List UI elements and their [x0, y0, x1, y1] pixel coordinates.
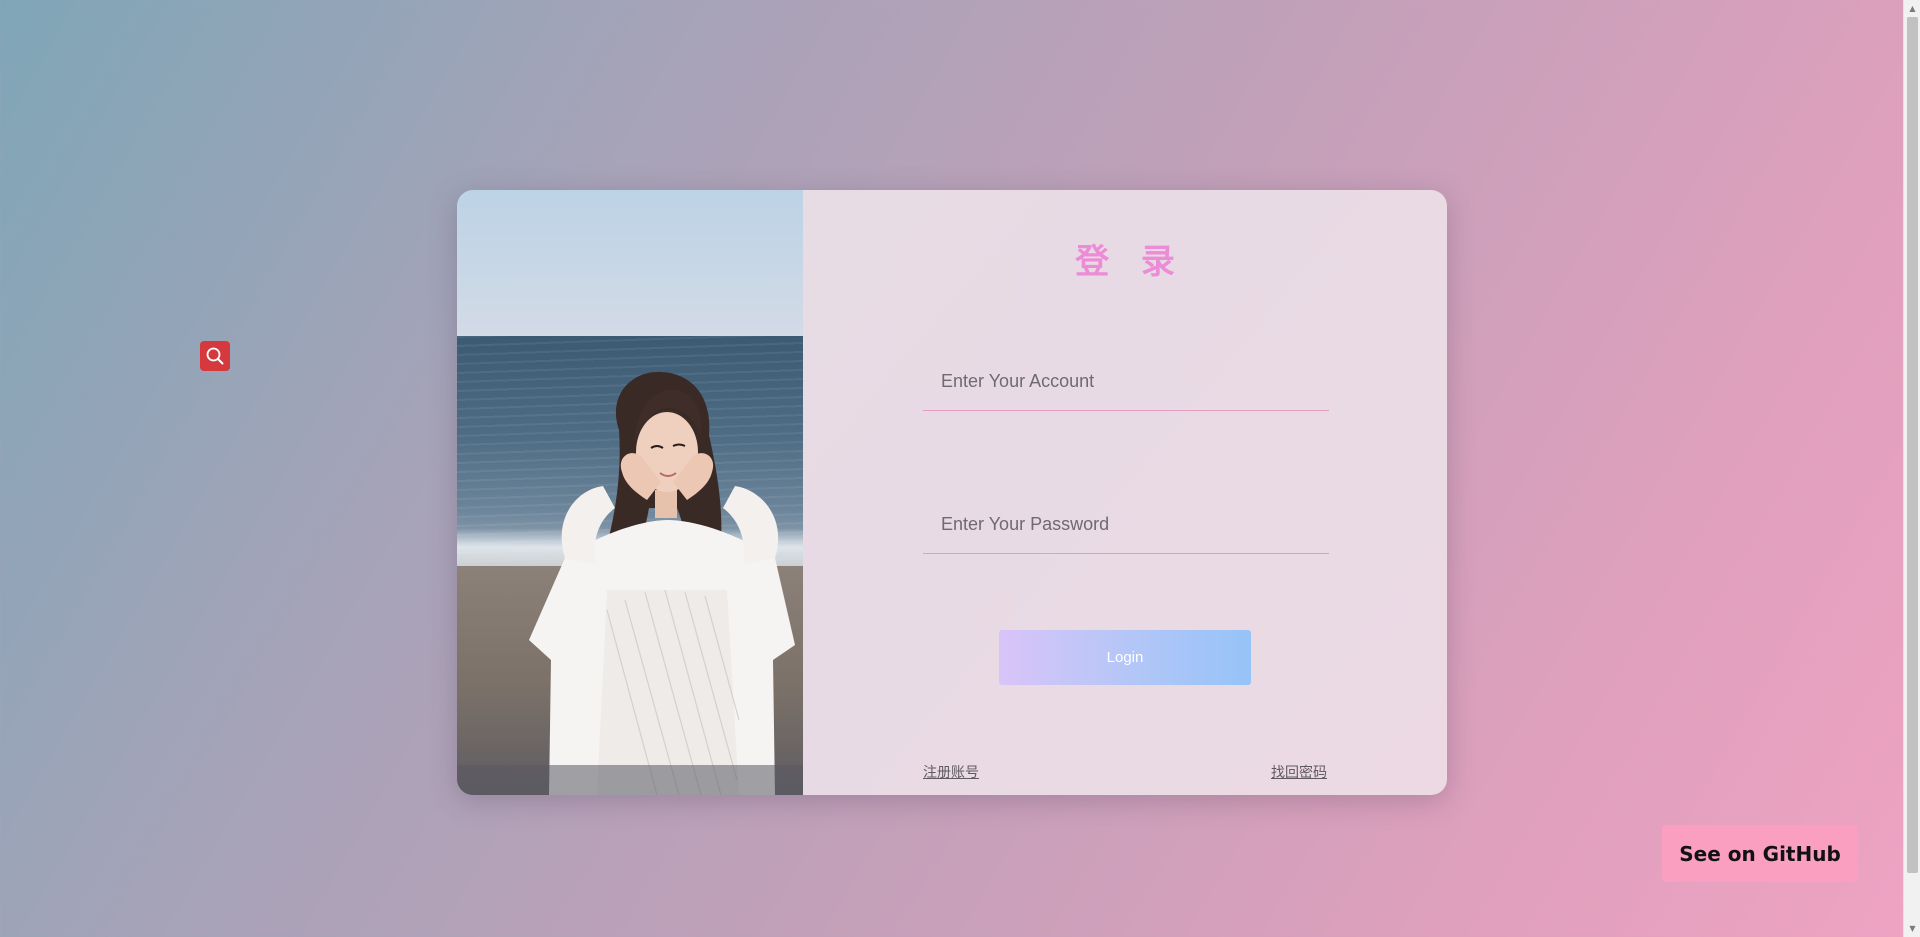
login-card: 登 录 Login 注册账号 找回密码: [457, 190, 1447, 795]
search-icon: [206, 347, 224, 365]
forgot-password-link[interactable]: 找回密码: [1271, 762, 1327, 782]
github-button[interactable]: See on GitHub: [1662, 825, 1858, 882]
person-illustration: [457, 371, 803, 795]
password-input[interactable]: [923, 496, 1329, 554]
account-input[interactable]: [923, 353, 1329, 411]
vertical-scrollbar[interactable]: ▲ ▼: [1903, 0, 1920, 937]
scrollbar-thumb[interactable]: [1907, 17, 1918, 873]
login-button[interactable]: Login: [999, 630, 1251, 685]
scroll-up-icon[interactable]: ▲: [1904, 0, 1920, 17]
login-form-panel: 登 录 Login 注册账号 找回密码: [803, 190, 1447, 795]
scroll-down-icon[interactable]: ▼: [1904, 920, 1920, 937]
beach-photo: [457, 190, 803, 795]
register-account-link[interactable]: 注册账号: [923, 762, 979, 782]
floating-search-button[interactable]: [200, 341, 230, 371]
login-title: 登 录: [1075, 242, 1185, 282]
